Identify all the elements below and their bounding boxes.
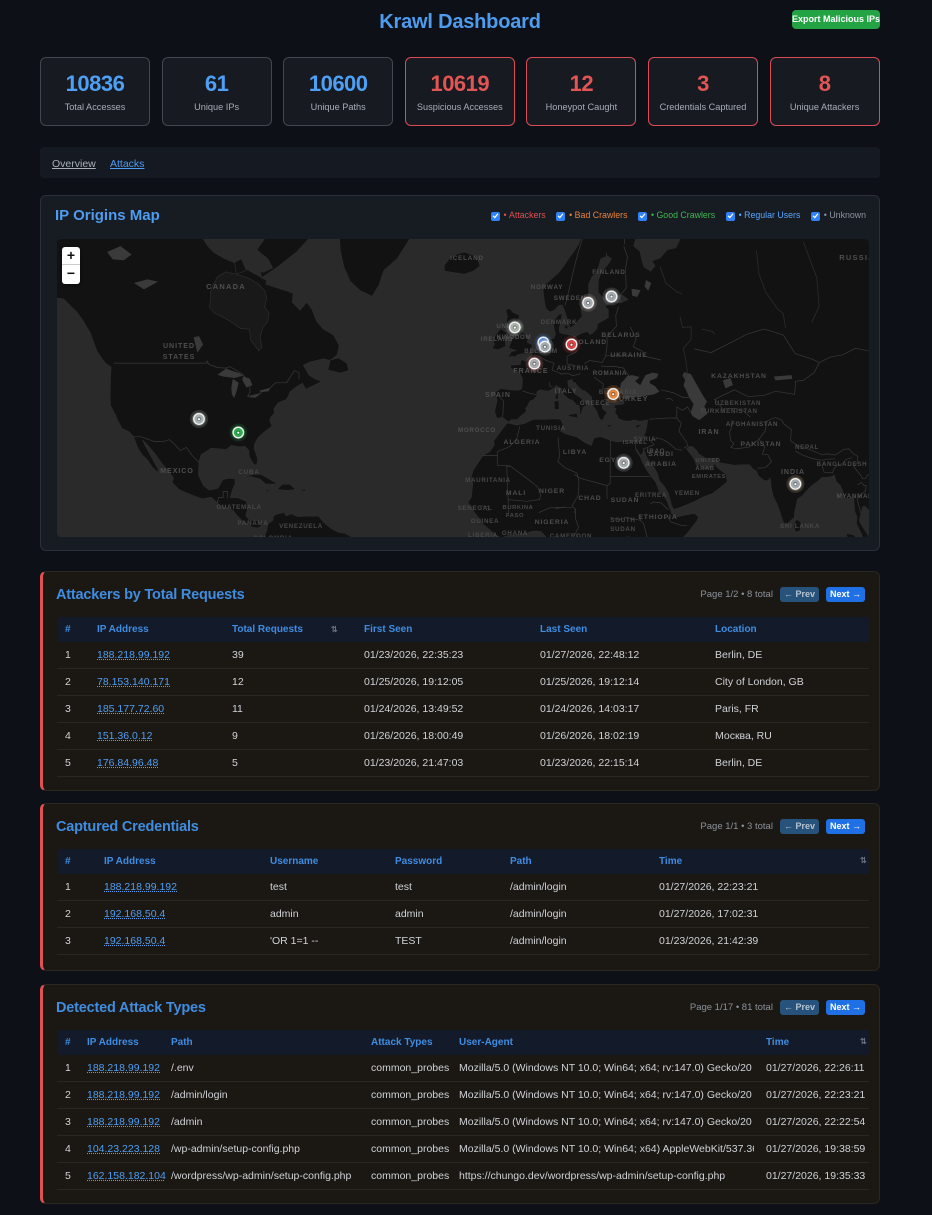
- svg-text:RUSSIA: RUSSIA: [839, 253, 869, 262]
- svg-text:GUATEMALA: GUATEMALA: [216, 504, 261, 511]
- svg-text:ARAB: ARAB: [695, 466, 714, 472]
- svg-text:AUSTRIA: AUSTRIA: [557, 365, 589, 372]
- svg-text:GUINEA: GUINEA: [471, 518, 499, 525]
- svg-text:GHANA: GHANA: [502, 530, 528, 537]
- svg-text:IRELAND: IRELAND: [481, 336, 513, 343]
- svg-text:MYANMAR: MYANMAR: [837, 493, 869, 500]
- svg-text:IRAQ: IRAQ: [647, 448, 665, 455]
- svg-text:SRI LANKA: SRI LANKA: [780, 523, 820, 530]
- svg-text:NEPAL: NEPAL: [795, 444, 819, 451]
- svg-text:CUBA: CUBA: [238, 469, 259, 476]
- svg-text:STATES: STATES: [163, 354, 196, 361]
- svg-text:PAKISTAN: PAKISTAN: [741, 441, 782, 448]
- svg-text:ALGERIA: ALGERIA: [504, 439, 541, 446]
- svg-text:ETHIOPIA: ETHIOPIA: [638, 514, 677, 521]
- svg-text:AFGHANISTAN: AFGHANISTAN: [726, 421, 778, 428]
- svg-text:UNITED: UNITED: [695, 458, 720, 464]
- svg-text:MEXICO: MEXICO: [160, 468, 194, 475]
- svg-text:PANAMA: PANAMA: [238, 520, 269, 527]
- svg-text:FASO: FASO: [506, 513, 524, 519]
- svg-text:MOROCCO: MOROCCO: [458, 427, 496, 434]
- svg-text:TUNISIA: TUNISIA: [536, 425, 566, 432]
- svg-text:NIGERIA: NIGERIA: [535, 519, 570, 526]
- svg-text:DENMARK: DENMARK: [541, 319, 578, 326]
- svg-text:CAMEROON: CAMEROON: [550, 533, 592, 537]
- svg-text:INDIA: INDIA: [781, 469, 805, 476]
- svg-text:CANADA: CANADA: [206, 282, 246, 291]
- svg-text:CHAD: CHAD: [578, 495, 601, 502]
- svg-text:SUDAN: SUDAN: [610, 526, 636, 533]
- svg-text:IRAN: IRAN: [698, 429, 719, 436]
- svg-text:NORWAY: NORWAY: [531, 284, 564, 291]
- svg-text:YEMEN: YEMEN: [674, 490, 700, 497]
- svg-text:LIBYA: LIBYA: [563, 449, 587, 456]
- svg-text:SENEGAL: SENEGAL: [458, 505, 493, 512]
- svg-text:BELARUS: BELARUS: [601, 332, 640, 339]
- svg-text:ERITREA: ERITREA: [635, 492, 667, 499]
- svg-text:COLOMBIA: COLOMBIA: [253, 535, 292, 537]
- svg-text:ROMANIA: ROMANIA: [593, 370, 627, 377]
- svg-text:ARABIA: ARABIA: [645, 461, 677, 468]
- svg-text:TURKMENISTAN: TURKMENISTAN: [700, 408, 757, 415]
- svg-text:MALI: MALI: [506, 490, 526, 497]
- svg-text:ISRAEL: ISRAEL: [623, 440, 648, 446]
- svg-text:FINLAND: FINLAND: [592, 269, 625, 276]
- svg-text:BURKINA: BURKINA: [503, 505, 534, 511]
- svg-text:SPAIN: SPAIN: [485, 392, 511, 399]
- svg-text:MAURITANIA: MAURITANIA: [465, 477, 511, 484]
- svg-text:NIGER: NIGER: [539, 488, 565, 495]
- svg-text:UKRAINE: UKRAINE: [610, 352, 647, 359]
- svg-text:SUDAN: SUDAN: [611, 497, 640, 504]
- svg-text:SOUTH: SOUTH: [610, 517, 635, 524]
- svg-text:VENEZUELA: VENEZUELA: [279, 523, 323, 530]
- svg-text:UNITED: UNITED: [163, 343, 195, 350]
- svg-text:KAZAKHSTAN: KAZAKHSTAN: [711, 373, 767, 380]
- svg-text:EMIRATES: EMIRATES: [692, 474, 726, 480]
- svg-text:LIBERIA: LIBERIA: [468, 532, 498, 537]
- svg-text:UZBEKISTAN: UZBEKISTAN: [715, 400, 761, 407]
- svg-text:GREECE: GREECE: [580, 400, 610, 407]
- svg-text:ITALY: ITALY: [554, 388, 577, 395]
- svg-text:BANGLADESH: BANGLADESH: [817, 461, 868, 468]
- svg-text:ICELAND: ICELAND: [450, 255, 484, 262]
